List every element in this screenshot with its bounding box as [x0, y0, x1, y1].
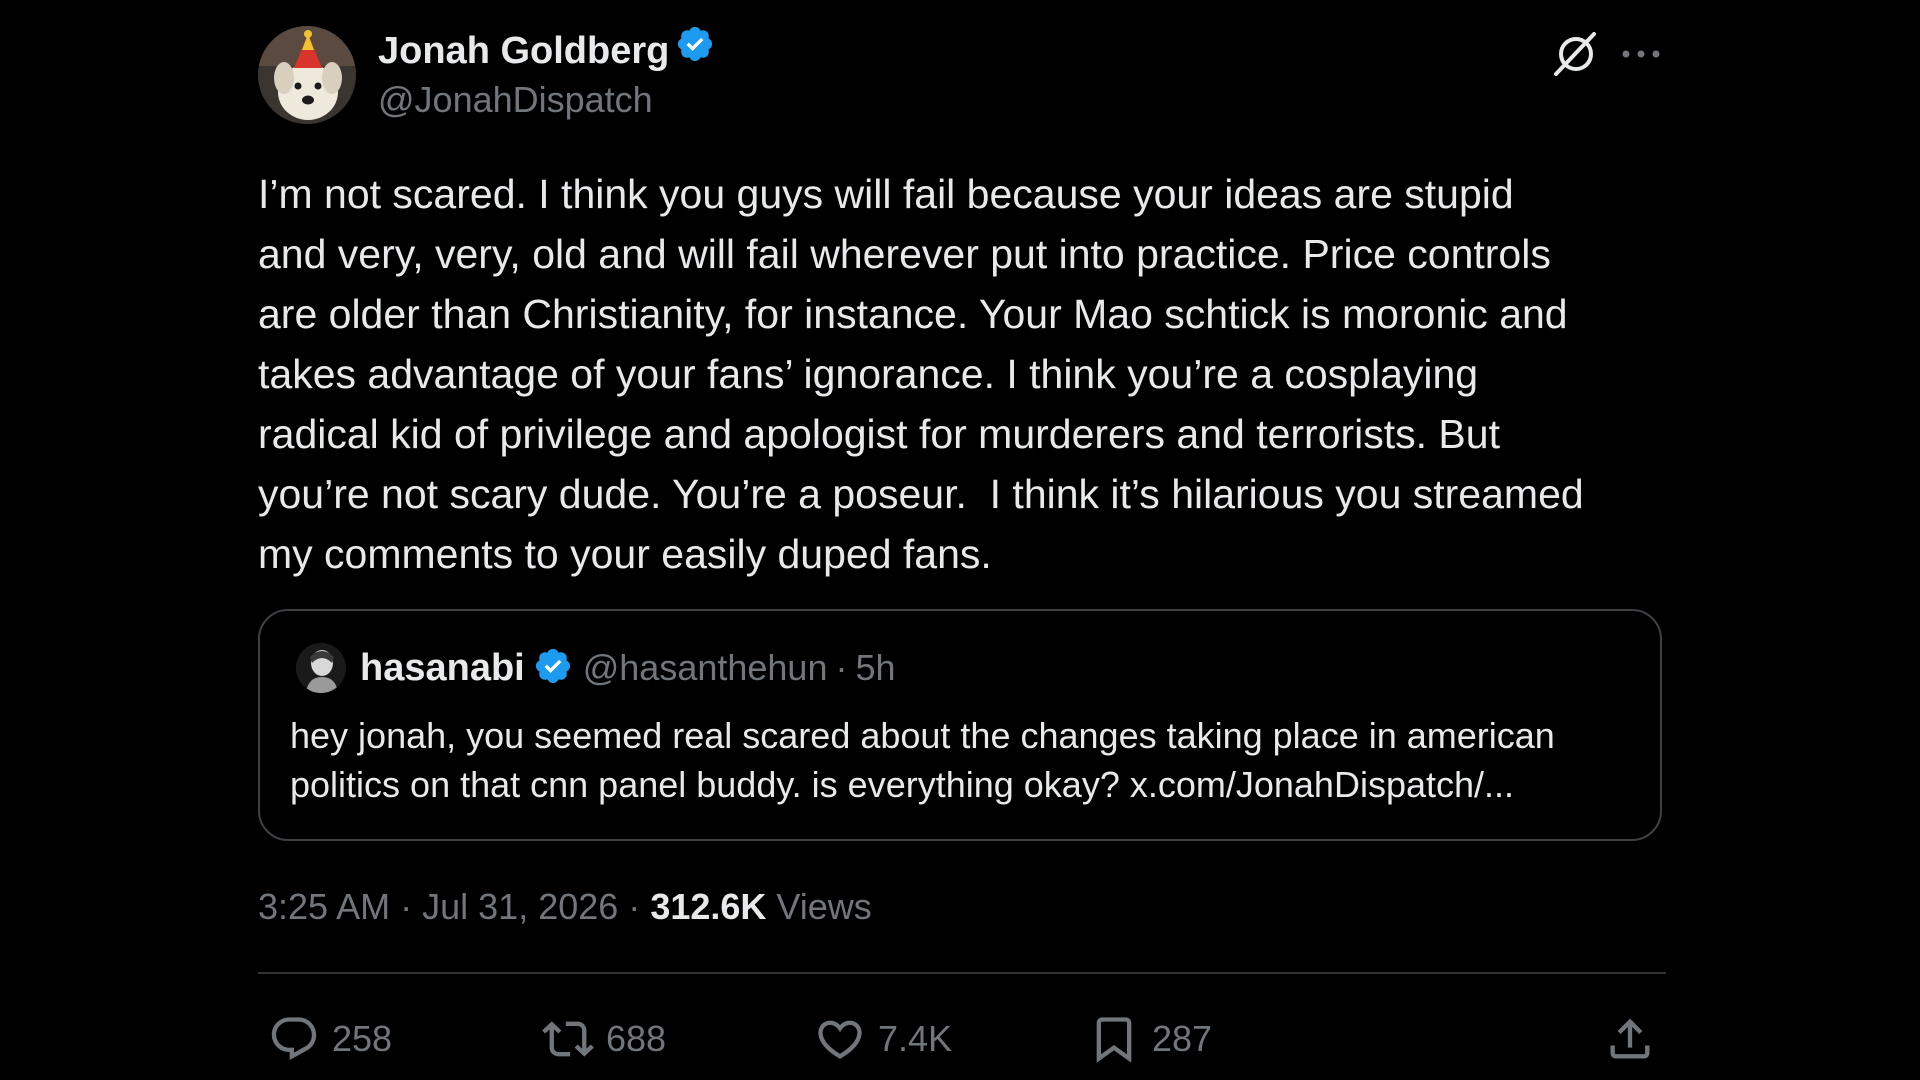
divider: [258, 972, 1666, 974]
reply-count: 258: [332, 1018, 393, 1059]
more-icon[interactable]: [1618, 34, 1664, 74]
like-button[interactable]: 7.4K: [814, 1004, 952, 1074]
quote-author-handle[interactable]: @hasanthehun: [583, 647, 828, 689]
author-name-row[interactable]: Jonah Goldberg: [378, 27, 715, 75]
bookmark-button[interactable]: 287: [1088, 1004, 1212, 1074]
meta-separator: ·: [400, 886, 413, 927]
tweet-text: I’m not scared. I think you guys will fa…: [258, 171, 1584, 577]
repost-count: 688: [606, 1018, 667, 1059]
quote-header: hasanabi @hasanthehun · 5h: [360, 643, 896, 693]
quote-time[interactable]: 5h: [855, 647, 895, 689]
share-icon: [1610, 1018, 1650, 1059]
share-button[interactable]: [1604, 1004, 1668, 1074]
views-count[interactable]: 312.6K: [650, 886, 766, 927]
quote-separator: ·: [835, 647, 848, 688]
tweet: Jonah Goldberg @JonahDispatch I’m not sc…: [258, 24, 1666, 1080]
reply-button[interactable]: 258: [268, 1004, 392, 1074]
author-name[interactable]: Jonah Goldberg: [378, 30, 669, 72]
repost-button[interactable]: 688: [542, 1004, 666, 1074]
reply-icon: [271, 1017, 317, 1061]
tweet-header: Jonah Goldberg @JonahDispatch: [258, 24, 1666, 134]
meta-separator: ·: [628, 886, 641, 927]
views-label: Views: [776, 886, 872, 927]
bookmark-icon: [1096, 1017, 1132, 1063]
verified-badge-icon: [675, 24, 715, 75]
grok-icon[interactable]: [1550, 28, 1602, 80]
bookmark-count: 287: [1152, 1018, 1213, 1059]
tweet-time[interactable]: 3:25 AM: [258, 886, 390, 927]
author-handle[interactable]: @JonahDispatch: [378, 78, 653, 122]
quoted-tweet[interactable]: hasanabi @hasanthehun · 5h hey jonah, yo…: [258, 609, 1662, 841]
heart-icon: [818, 1020, 862, 1059]
quote-text: hey jonah, you seemed real scared about …: [290, 715, 1555, 805]
verified-badge-icon: [533, 646, 573, 691]
quote-avatar[interactable]: [296, 643, 346, 693]
like-count: 7.4K: [878, 1018, 953, 1059]
portrait-avatar-icon: [296, 643, 346, 693]
action-bar: 258 688 7.4K 287: [258, 1004, 1666, 1074]
tweet-meta: 3:25 AM · Jul 31, 2026 · 312.6K Views: [258, 884, 872, 930]
tweet-date[interactable]: Jul 31, 2026: [422, 886, 618, 927]
repost-icon: [542, 1021, 594, 1057]
dog-avatar-icon: [258, 26, 356, 124]
quote-author-name[interactable]: hasanabi: [360, 647, 525, 690]
author-avatar[interactable]: [258, 26, 356, 124]
